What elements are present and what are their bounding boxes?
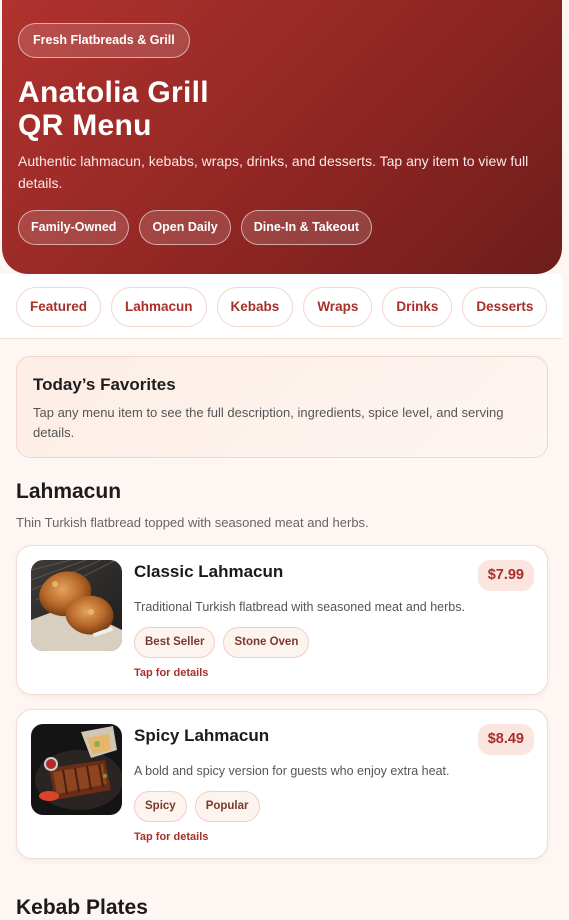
tag-popular: Popular: [194, 791, 260, 822]
tag-stone-oven: Stone Oven: [223, 627, 310, 658]
category-tabs: Featured Lahmacun Kebabs Wraps Drinks De…: [16, 287, 548, 327]
favorites-text: Tap any menu item to see the full descri…: [33, 405, 504, 440]
tab-featured[interactable]: Featured: [16, 287, 102, 327]
item-name: Spicy Lahmacun: [134, 726, 270, 745]
tag-spicy: Spicy: [134, 791, 187, 822]
page-title: Anatolia Grill QR Menu: [18, 76, 209, 142]
item-tags: Best Seller Stone Oven: [134, 627, 310, 658]
category-nav: Featured Lahmacun Kebabs Wraps Drinks De…: [0, 274, 562, 339]
section-subtitle-lahmacun: Thin Turkish flatbread topped with seaso…: [16, 515, 369, 530]
section-title-kebab-plates: Kebab Plates: [16, 896, 148, 919]
favorites-callout: Today’s Favorites Tap any menu item to s…: [16, 356, 548, 458]
ribs-platter-photo: [31, 724, 122, 815]
tab-kebabs[interactable]: Kebabs: [216, 287, 294, 327]
hero-badges: Family-Owned Open Daily Dine-In & Takeou…: [18, 210, 373, 245]
fried-chicken-photo: [31, 560, 122, 651]
badge-family-owned: Family-Owned: [18, 210, 130, 245]
item-description: Traditional Turkish flatbread with seaso…: [134, 600, 465, 614]
tagline-badge: Fresh Flatbreads & Grill: [18, 23, 190, 58]
item-tags: Spicy Popular: [134, 791, 260, 822]
tap-for-details-link[interactable]: Tap for details: [134, 831, 208, 843]
menu-item-card-classic-lahmacun[interactable]: Classic Lahmacun $7.99 Traditional Turki…: [16, 545, 548, 695]
hero-banner: Fresh Flatbreads & Grill Anatolia Grill …: [2, 0, 562, 274]
price-badge: $7.99: [477, 560, 534, 591]
tab-drinks[interactable]: Drinks: [382, 287, 453, 327]
tap-for-details-link[interactable]: Tap for details: [134, 667, 208, 679]
tab-desserts[interactable]: Desserts: [462, 287, 548, 327]
menu-item-card-spicy-lahmacun[interactable]: Spicy Lahmacun $8.49 A bold and spicy ve…: [16, 709, 548, 859]
tab-wraps[interactable]: Wraps: [303, 287, 373, 327]
badge-open-daily: Open Daily: [139, 210, 231, 245]
item-name: Classic Lahmacun: [134, 562, 284, 581]
title-line-2: QR Menu: [18, 109, 152, 142]
tab-lahmacun[interactable]: Lahmacun: [111, 287, 207, 327]
item-description: A bold and spicy version for guests who …: [134, 764, 450, 778]
price-badge: $8.49: [477, 724, 534, 755]
title-line-1: Anatolia Grill: [18, 76, 209, 109]
section-title-lahmacun: Lahmacun: [16, 480, 122, 503]
badge-dine-in-takeout: Dine-In & Takeout: [240, 210, 373, 245]
tag-best-seller: Best Seller: [134, 627, 216, 658]
hero-description: Authentic lahmacun, kebabs, wraps, drink…: [18, 153, 529, 191]
favorites-title: Today’s Favorites: [33, 375, 176, 394]
